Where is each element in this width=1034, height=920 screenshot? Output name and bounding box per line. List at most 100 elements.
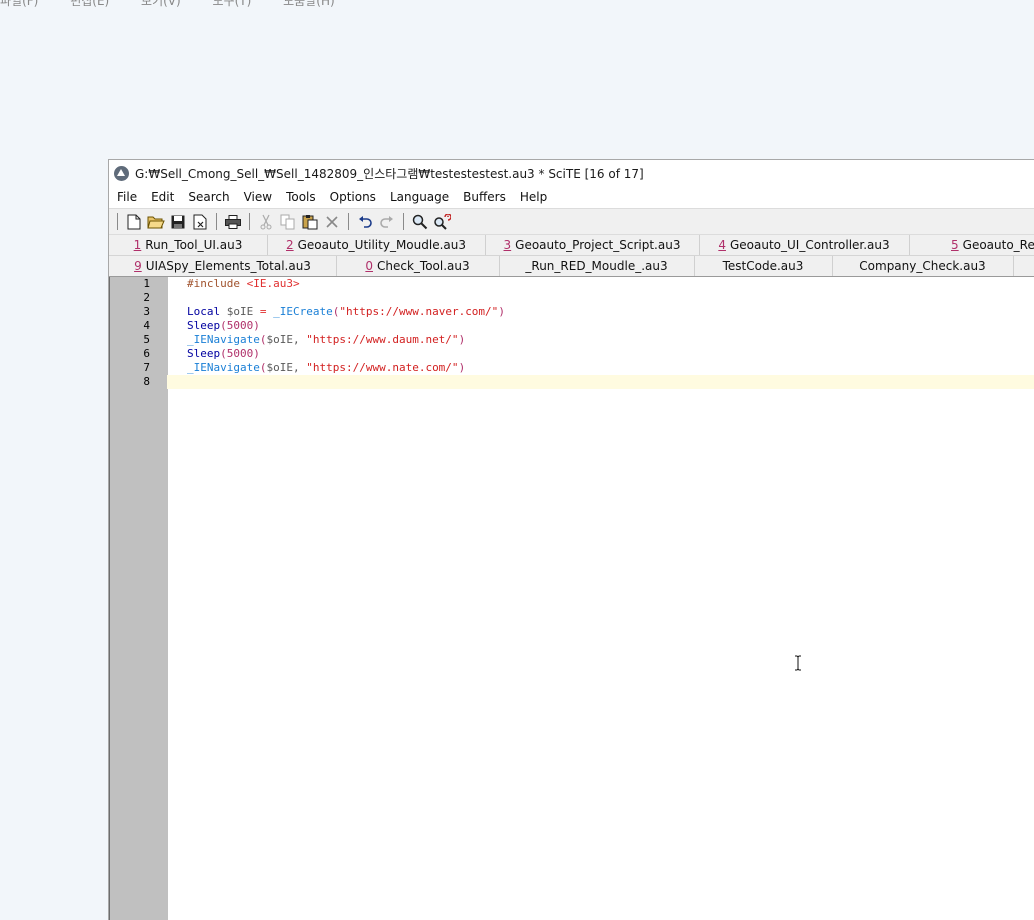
code-editor[interactable]: 1 2 3 4 5 6 7 8 #include <IE.au3> Local … (109, 276, 1034, 920)
menu-buffers[interactable]: Buffers (456, 187, 513, 208)
find-icon[interactable] (410, 212, 430, 232)
number-literal: 5000 (226, 319, 254, 332)
tab-number: 0 (365, 259, 373, 273)
tab-number: 9 (134, 259, 142, 273)
tab-label: Geoauto_Project_Script.au3 (515, 238, 681, 252)
tab-label: _Run_RED_Moudle_.au3 (525, 259, 668, 273)
variable: $oIE (226, 305, 254, 318)
tab-number: 3 (503, 238, 512, 252)
line-number-margin[interactable]: 1 2 3 4 5 6 7 8 (109, 277, 168, 920)
tab-number: 2 (285, 238, 294, 252)
line-number: 2 (143, 291, 150, 304)
function-call: _IENavigate (187, 333, 260, 346)
code-line-8-current[interactable] (167, 375, 1034, 389)
menu-view[interactable]: View (237, 187, 279, 208)
variable: $oIE (266, 333, 293, 346)
scite-app-icon (114, 166, 129, 181)
delete-icon[interactable] (322, 212, 342, 232)
toolbar-separator (117, 213, 118, 230)
tab-company-check[interactable]: Company_Check.au3 (832, 256, 1014, 276)
tab-number: 4 (718, 238, 726, 252)
tab-testcode[interactable]: TestCode.au3 (694, 256, 833, 276)
menu-search[interactable]: Search (181, 187, 236, 208)
cut-icon[interactable] (256, 212, 276, 232)
line-number: 5 (143, 333, 150, 346)
open-folder-icon[interactable] (146, 212, 166, 232)
line-numbers: 1 2 3 4 5 6 7 8 (110, 277, 150, 389)
print-icon[interactable] (223, 212, 243, 232)
tab-geoauto-repo[interactable]: 5Geoauto_Repo (909, 235, 1034, 255)
function-call: Sleep (187, 319, 221, 332)
toolbar-separator (403, 213, 404, 230)
paste-icon[interactable] (300, 212, 320, 232)
undo-icon[interactable] (355, 212, 375, 232)
line-number: 8 (143, 375, 150, 388)
background-app-menu: 파일(F) 편집(E) 보기(V) 도구(T) 도움말(H) (0, 0, 363, 8)
line-number: 3 (143, 305, 150, 318)
toolbar-separator (216, 213, 217, 230)
scite-window: G:₩Sell_Cmong_Sell_₩Sell_1482809_인스타그램₩t… (108, 159, 1034, 920)
string-literal: "https://www.nate.com/" (306, 361, 459, 374)
replace-icon[interactable] (432, 212, 452, 232)
include-directive: #include (187, 277, 240, 290)
tab-geoauto-utility-moudle[interactable]: 2 Geoauto_Utility_Moudle.au3 (267, 235, 486, 255)
function-call: Sleep (187, 347, 221, 360)
tab-geoauto-ui-controller[interactable]: 4 Geoauto_UI_Controller.au3 (699, 235, 910, 255)
bg-menu-file[interactable]: 파일(F) (0, 0, 38, 8)
tab-label: Company_Check.au3 (859, 259, 986, 273)
code-line-5[interactable]: _IENavigate($oIE, "https://www.daum.net/… (167, 333, 1034, 347)
new-file-icon[interactable] (124, 212, 144, 232)
line-number: 7 (143, 361, 150, 374)
menu-options[interactable]: Options (323, 187, 383, 208)
menu-tools[interactable]: Tools (279, 187, 323, 208)
tab-row-2: 9 UIASpy_Elements_Total.au3 0 Check_Tool.a… (109, 256, 1034, 277)
menu-help[interactable]: Help (513, 187, 554, 208)
bg-menu-edit[interactable]: 편집(E) (70, 0, 109, 8)
code-line-2[interactable] (167, 291, 1034, 305)
menu-file[interactable]: File (109, 187, 144, 208)
operator: = (259, 305, 267, 318)
tab-label: UIASpy_Elements_Total.au3 (145, 259, 311, 273)
tab-run-red-moudle[interactable]: _Run_RED_Moudle_.au3 (499, 256, 695, 276)
function-call: _IENavigate (187, 361, 260, 374)
code-area[interactable]: #include <IE.au3> Local $oIE = _IECreate… (167, 277, 1034, 389)
menu-language[interactable]: Language (383, 187, 456, 208)
string-literal: "https://www.daum.net/" (306, 333, 459, 346)
include-file: <IE.au3> (246, 277, 300, 290)
tab-run-tool-ui[interactable]: 1 Run_Tool_UI.au3 (109, 235, 268, 255)
bg-menu-view[interactable]: 보기(V) (141, 0, 181, 8)
tab-label: Geoauto_Utility_Moudle.au3 (297, 238, 466, 252)
close-file-icon[interactable] (190, 212, 210, 232)
code-line-7[interactable]: _IENavigate($oIE, "https://www.nate.com/… (167, 361, 1034, 375)
text-cursor-icon (795, 655, 801, 671)
window-title: G:₩Sell_Cmong_Sell_₩Sell_1482809_인스타그램₩t… (135, 167, 644, 181)
code-line-4[interactable]: Sleep(5000) (167, 319, 1034, 333)
tab-geoauto-project-script[interactable]: 3 Geoauto_Project_Script.au3 (485, 235, 700, 255)
copy-icon[interactable] (278, 212, 298, 232)
redo-icon[interactable] (377, 212, 397, 232)
tab-label: Geoauto_Repo (962, 238, 1034, 252)
code-line-3[interactable]: Local $oIE = _IECreate("https://www.nave… (167, 305, 1034, 319)
tab-label: TestCode.au3 (722, 259, 804, 273)
number-literal: 5000 (226, 347, 254, 360)
code-line-6[interactable]: Sleep(5000) (167, 347, 1034, 361)
toolbar-separator (249, 213, 250, 230)
tab-row-1: 1 Run_Tool_UI.au3 2 Geoauto_Utility_Moudle… (109, 235, 1034, 256)
tab-label: Check_Tool.au3 (377, 259, 470, 273)
toolbar (109, 208, 1034, 235)
line-number: 4 (143, 319, 150, 332)
line-number: 6 (143, 347, 150, 360)
menu-edit[interactable]: Edit (144, 187, 181, 208)
menu-bar: File Edit Search View Tools Options Lang… (109, 187, 1034, 208)
function-call: _IECreate (273, 305, 333, 318)
tab-uiaspy-elements-total[interactable]: 9 UIASpy_Elements_Total.au3 (109, 256, 337, 276)
buffer-tabs: 1 Run_Tool_UI.au3 2 Geoauto_Utility_Moudle… (109, 235, 1034, 277)
title-bar[interactable]: G:₩Sell_Cmong_Sell_₩Sell_1482809_인스타그램₩t… (109, 160, 1034, 187)
code-line-1[interactable]: #include <IE.au3> (167, 277, 1034, 291)
tab-check-tool[interactable]: 0 Check_Tool.au3 (336, 256, 500, 276)
tab-label: Geoauto_UI_Controller.au3 (729, 238, 890, 252)
variable: $oIE (266, 361, 293, 374)
bg-menu-tools[interactable]: 도구(T) (213, 0, 252, 8)
save-icon[interactable] (168, 212, 188, 232)
bg-menu-help[interactable]: 도움말(H) (283, 0, 335, 8)
